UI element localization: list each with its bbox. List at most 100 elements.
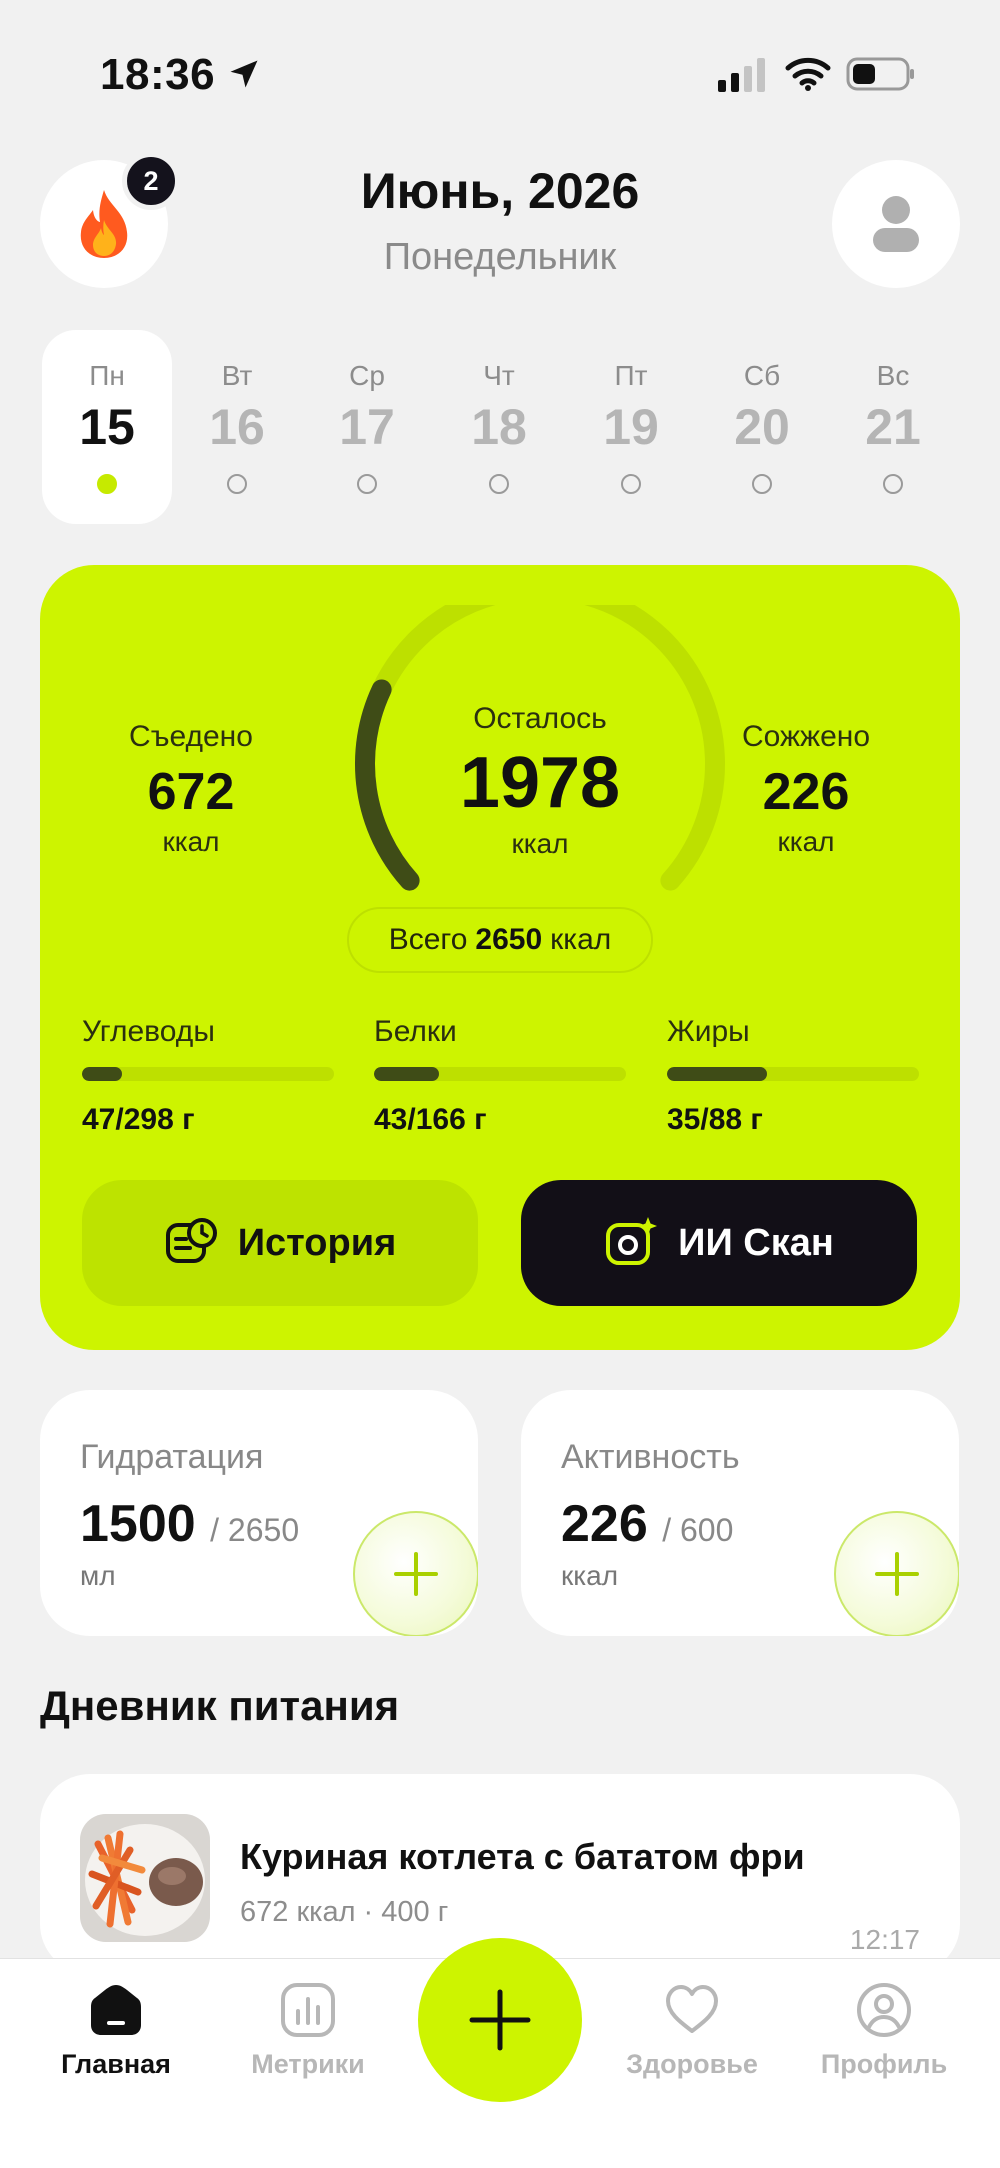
plus-icon bbox=[394, 1552, 438, 1596]
activity-unit: ккал bbox=[561, 1560, 619, 1591]
avatar-button[interactable] bbox=[832, 160, 960, 288]
day-number: 16 bbox=[209, 399, 265, 455]
day-selector-mon[interactable]: Пн 15 bbox=[42, 330, 172, 524]
macro-protein: Белки 43/166 г bbox=[374, 1015, 626, 1137]
day-selector-tue[interactable]: Вт 16 bbox=[172, 330, 302, 524]
meal-time: 12:17 bbox=[849, 1924, 920, 1955]
tab-home-label: Главная bbox=[61, 2049, 171, 2079]
day-name: Ср bbox=[349, 360, 385, 391]
macro-label: Углеводы bbox=[82, 1015, 215, 1048]
day-status-dot bbox=[97, 474, 117, 494]
day-selector-fri[interactable]: Пт 19 bbox=[566, 330, 696, 524]
burned-stat: Сожжено 226 ккал bbox=[676, 720, 936, 858]
total-value: 2650 bbox=[475, 923, 543, 956]
hydration-unit: мл bbox=[80, 1560, 116, 1591]
ai-camera-icon bbox=[606, 1217, 658, 1265]
macro-value: 47/298 г bbox=[82, 1103, 195, 1136]
remaining-unit: ккал bbox=[511, 828, 569, 859]
user-icon bbox=[873, 196, 919, 252]
eaten-value: 672 bbox=[147, 763, 235, 821]
ai-scan-button[interactable]: ИИ Скан bbox=[521, 1180, 917, 1306]
hydration-value: 1500 bbox=[80, 1495, 196, 1553]
day-number: 20 bbox=[734, 399, 790, 455]
wifi-icon bbox=[785, 57, 831, 91]
day-status-dot bbox=[357, 474, 377, 494]
day-number: 17 bbox=[339, 399, 395, 455]
day-status-dot bbox=[489, 474, 509, 494]
calorie-summary-card: Съедено 672 ккал Осталось 1978 ккал Сожж… bbox=[40, 565, 960, 1350]
macro-progress-track bbox=[82, 1067, 334, 1081]
day-name: Сб bbox=[743, 360, 781, 391]
plus-icon bbox=[469, 1989, 531, 2051]
meal-name: Куриная котлета с бататом фри bbox=[240, 1836, 805, 1877]
macro-progress-track bbox=[374, 1067, 626, 1081]
tab-profile[interactable]: Профиль bbox=[804, 1981, 964, 2080]
day-selector-sat[interactable]: Сб 20 bbox=[697, 330, 827, 524]
day-selector-sun[interactable]: Вс 21 bbox=[828, 330, 958, 524]
macro-fat: Жиры 35/88 г bbox=[667, 1015, 919, 1137]
status-bar: 18:36 bbox=[0, 0, 1000, 150]
macro-carbs: Углеводы 47/298 г bbox=[82, 1015, 334, 1137]
heart-icon bbox=[666, 1985, 718, 2033]
macro-label: Жиры bbox=[667, 1015, 750, 1048]
add-activity-button[interactable] bbox=[834, 1511, 959, 1636]
day-number: 19 bbox=[603, 399, 659, 455]
day-status-dot bbox=[621, 474, 641, 494]
activity-value: 226 bbox=[561, 1495, 648, 1553]
tab-health[interactable]: Здоровье bbox=[612, 1981, 772, 2080]
eaten-label: Съедено bbox=[129, 720, 253, 753]
meal-calories-weight: 672 ккал · 400 г bbox=[240, 1896, 449, 1928]
activity-title: Активность bbox=[561, 1438, 740, 1476]
ai-scan-label: ИИ Скан bbox=[678, 1221, 834, 1264]
history-button[interactable]: История bbox=[82, 1180, 478, 1306]
day-number: 21 bbox=[865, 399, 921, 455]
day-selector-wed[interactable]: Ср 17 bbox=[302, 330, 432, 524]
eaten-stat: Съедено 672 ккал bbox=[61, 720, 321, 858]
tab-metrics-label: Метрики bbox=[251, 2049, 365, 2079]
tab-profile-label: Профиль bbox=[820, 2049, 948, 2079]
day-name: Чт bbox=[483, 360, 515, 391]
activity-goal: / 600 bbox=[662, 1512, 734, 1548]
hydration-title: Гидратация bbox=[80, 1438, 264, 1476]
status-time: 18:36 bbox=[100, 50, 216, 99]
burned-unit: ккал bbox=[777, 826, 835, 857]
diary-section-title: Дневник питания bbox=[40, 1682, 400, 1729]
bar-chart-icon bbox=[281, 1983, 335, 2037]
hydration-card[interactable]: Гидратация 1500 / 2650 мл bbox=[40, 1390, 478, 1636]
meal-image bbox=[80, 1814, 210, 1942]
macro-progress-track bbox=[667, 1067, 919, 1081]
total-unit: ккал bbox=[550, 923, 612, 956]
macro-progress-fill bbox=[667, 1067, 768, 1081]
add-water-button[interactable] bbox=[353, 1511, 478, 1636]
day-selector-thu[interactable]: Чт 18 bbox=[434, 330, 564, 524]
hydration-value-row: 1500 / 2650 bbox=[80, 1494, 299, 1554]
tab-home[interactable]: Главная bbox=[36, 1981, 196, 2080]
burned-label: Сожжено bbox=[741, 720, 871, 753]
activity-card[interactable]: Активность 226 / 600 ккал bbox=[521, 1390, 959, 1636]
home-icon bbox=[91, 1985, 141, 2035]
day-number: 18 bbox=[471, 399, 527, 455]
plus-icon bbox=[875, 1552, 919, 1596]
day-status-dot bbox=[227, 474, 247, 494]
activity-value-row: 226 / 600 bbox=[561, 1494, 733, 1554]
macro-value: 43/166 г bbox=[374, 1103, 487, 1136]
day-name: Пт bbox=[614, 360, 648, 391]
tab-health-label: Здоровье bbox=[626, 2049, 758, 2079]
day-name: Пн bbox=[89, 360, 125, 391]
burned-value: 226 bbox=[762, 763, 850, 821]
day-number: 15 bbox=[79, 399, 135, 455]
location-arrow-icon bbox=[230, 60, 258, 88]
day-name: Вс bbox=[876, 360, 910, 391]
tab-metrics[interactable]: Метрики bbox=[228, 1981, 388, 2080]
hydration-goal: / 2650 bbox=[210, 1512, 300, 1548]
macro-progress-fill bbox=[374, 1067, 440, 1081]
remaining-stat: Осталось 1978 ккал bbox=[350, 702, 730, 860]
add-entry-fab[interactable] bbox=[418, 1938, 582, 2102]
day-status-dot bbox=[883, 474, 903, 494]
history-icon bbox=[165, 1218, 217, 1263]
total-calories-pill: Всего 2650 ккал bbox=[347, 907, 653, 973]
macro-progress-fill bbox=[82, 1067, 122, 1081]
meal-photo bbox=[80, 1814, 210, 1942]
eaten-unit: ккал bbox=[162, 826, 220, 857]
cellular-signal-icon bbox=[718, 58, 765, 92]
